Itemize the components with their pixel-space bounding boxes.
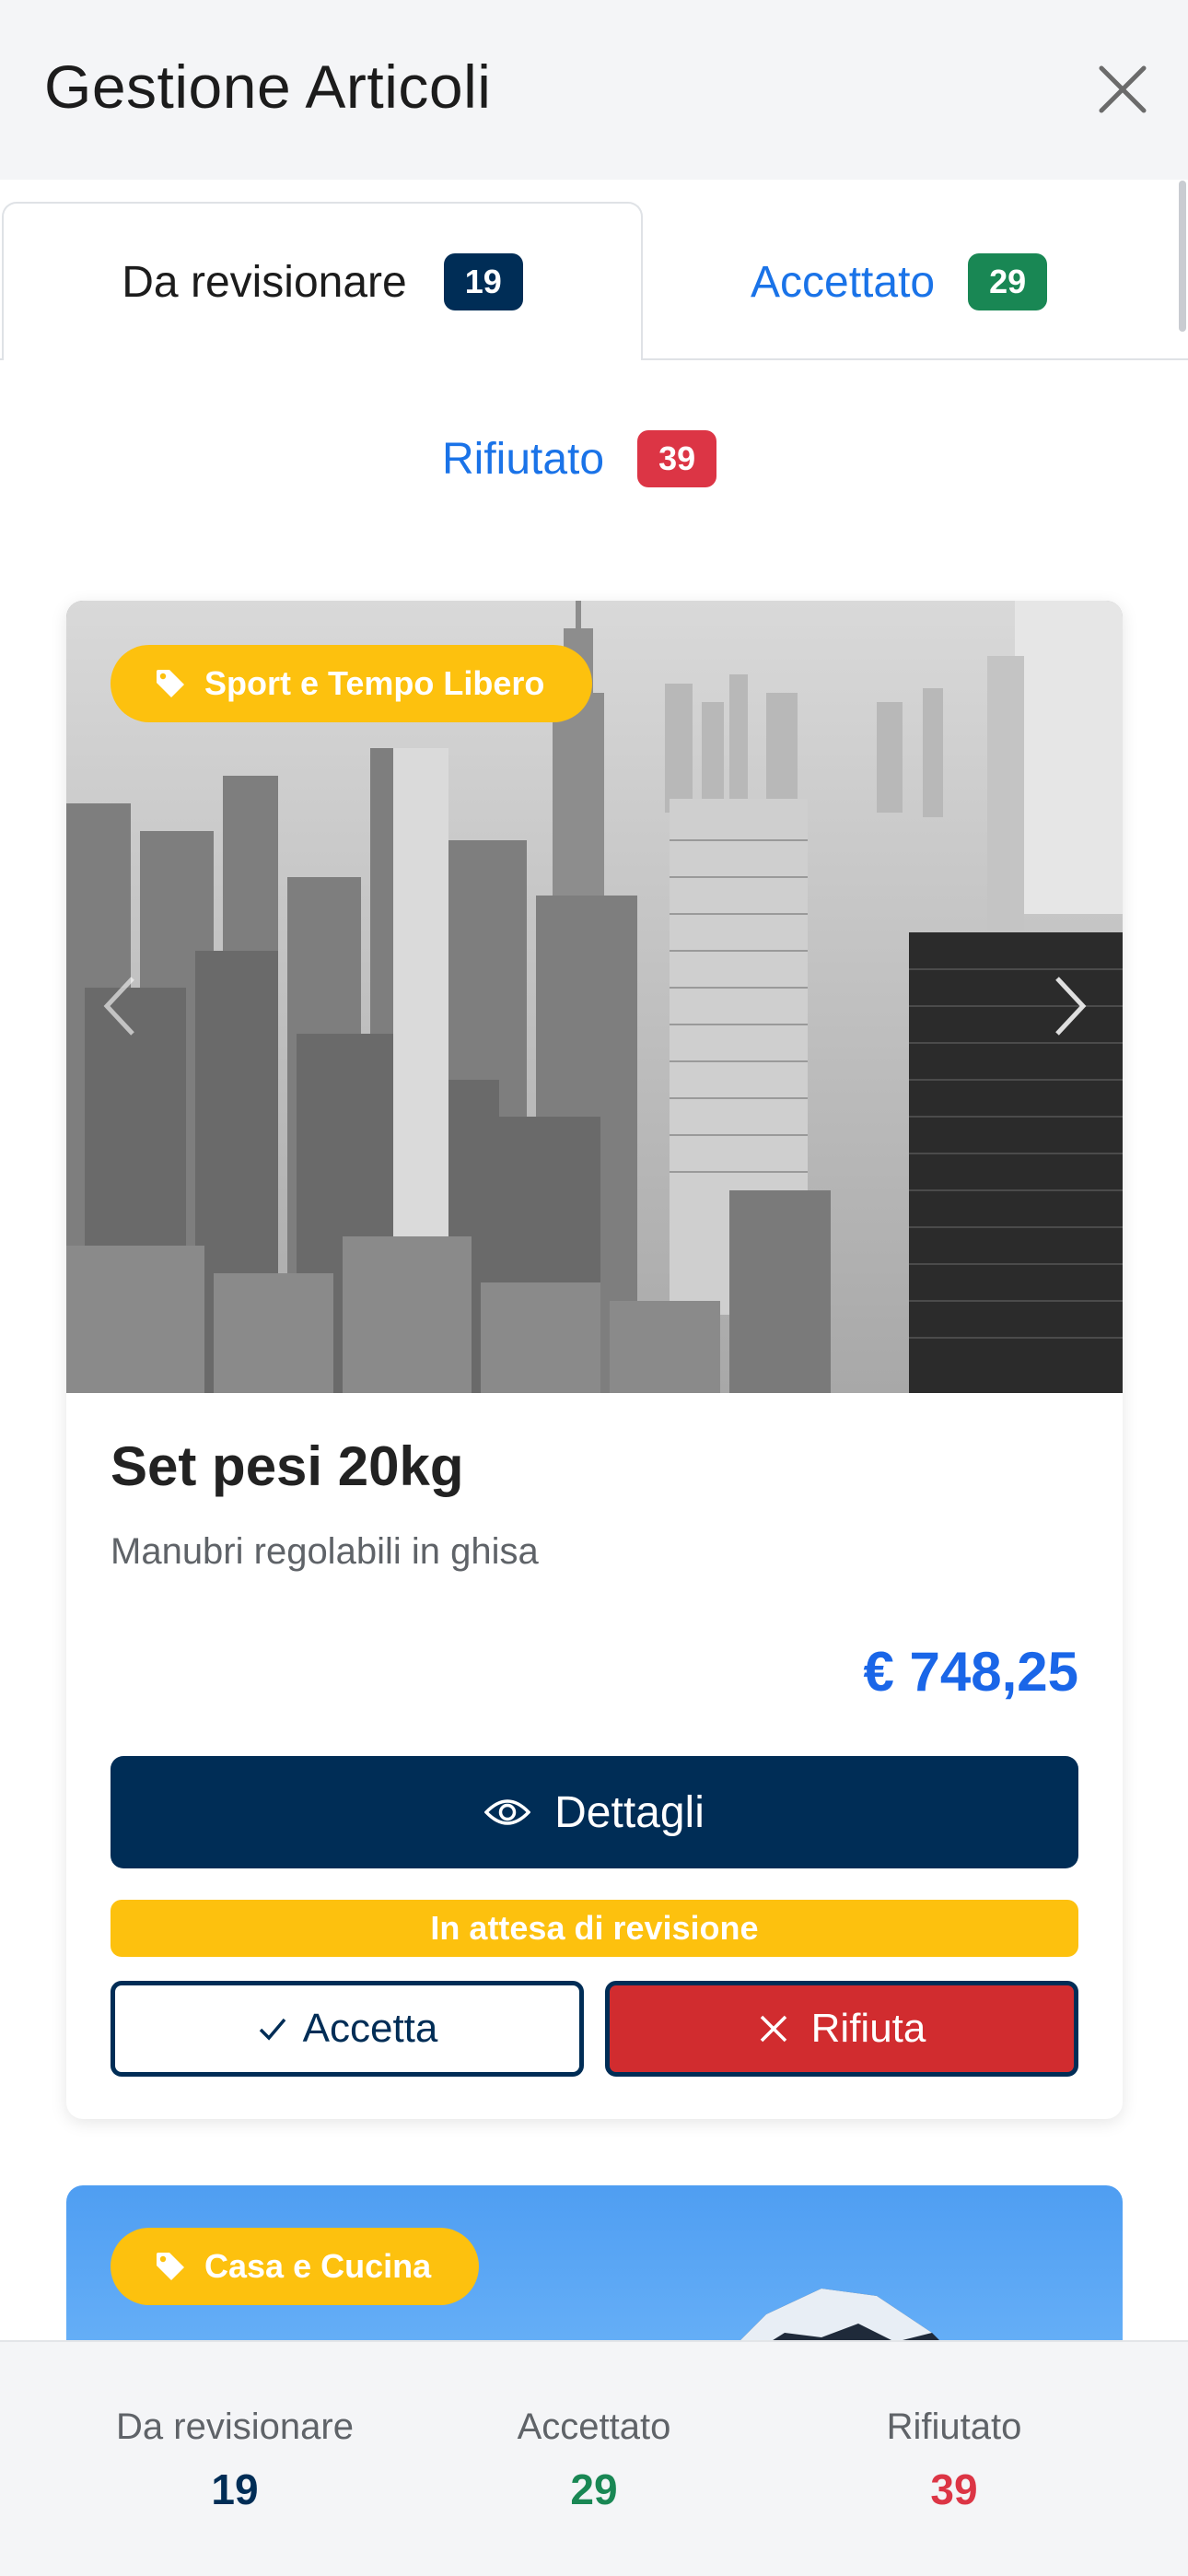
tab-count-badge: 39 [637, 430, 717, 487]
page-title: Gestione Articoli [44, 53, 492, 121]
tab-count-badge: 19 [443, 253, 523, 310]
summary-value: 29 [570, 2465, 618, 2513]
summary-da-revisionare: Da revisionare 19 [51, 2406, 419, 2514]
status-tabs: Da revisionare 19 Accettato 29 Rifiutato… [0, 180, 1188, 539]
category-label: Casa e Cucina [204, 2247, 432, 2285]
details-button[interactable]: Dettagli [111, 1756, 1078, 1868]
article-title: Set pesi 20kg [111, 1435, 464, 1497]
summary-value: 39 [930, 2465, 978, 2513]
article-image-carousel[interactable]: Sport e Tempo Libero [66, 601, 1123, 1393]
tab-label: Accettato [751, 257, 936, 307]
chevron-left-icon [103, 977, 134, 1036]
tag-icon [157, 2253, 184, 2280]
tab-divider [641, 358, 1188, 360]
tab-accettato[interactable]: Accettato 29 [751, 253, 1048, 310]
reject-label: Rifiuta [810, 2006, 926, 2051]
tab-label: Rifiutato [442, 434, 605, 484]
carousel-next-button[interactable] [1041, 969, 1096, 1043]
tab-label: Da revisionare [122, 257, 407, 307]
scrollbar[interactable] [1179, 181, 1186, 332]
article-price: € 748,25 [863, 1641, 1078, 1703]
close-icon [760, 2015, 786, 2043]
status-badge: In attesa di revisione [111, 1900, 1078, 1957]
category-badge: Sport e Tempo Libero [111, 645, 593, 722]
close-icon [1099, 65, 1147, 113]
check-icon [259, 2018, 285, 2041]
close-button[interactable] [1092, 59, 1153, 120]
summary-label: Da revisionare [116, 2406, 354, 2447]
accept-button[interactable]: Accetta [111, 1981, 584, 2077]
article-card: Sport e Tempo Libero Set pesi 20kg Manub… [66, 601, 1123, 2119]
modal-header: Gestione Articoli [0, 0, 1188, 180]
summary-footer: Da revisionare 19 Accettato 29 Rifiutato… [0, 2340, 1188, 2576]
chevron-right-icon [1055, 977, 1087, 1036]
accept-label: Accetta [302, 2006, 438, 2051]
summary-accettato: Accettato 29 [410, 2406, 778, 2514]
tab-divider [0, 358, 4, 360]
reject-button[interactable]: Rifiuta [605, 1981, 1078, 2077]
summary-value: 19 [211, 2465, 259, 2513]
article-description: Manubri regolabili in ghisa [111, 1531, 539, 1572]
tab-rifiutato[interactable]: Rifiutato 39 [442, 430, 717, 487]
summary-rifiutato: Rifiutato 39 [770, 2406, 1138, 2514]
summary-label: Rifiutato [886, 2406, 1022, 2447]
carousel-prev-button[interactable] [94, 969, 149, 1043]
details-label: Dettagli [554, 1787, 705, 1837]
summary-label: Accettato [517, 2406, 671, 2447]
eye-icon [484, 1799, 531, 1825]
category-badge: Casa e Cucina [111, 2228, 480, 2305]
tag-icon [157, 670, 184, 697]
tab-count-badge: 29 [968, 253, 1048, 310]
category-label: Sport e Tempo Libero [204, 664, 545, 702]
tab-da-revisionare[interactable]: Da revisionare 19 [2, 202, 643, 360]
